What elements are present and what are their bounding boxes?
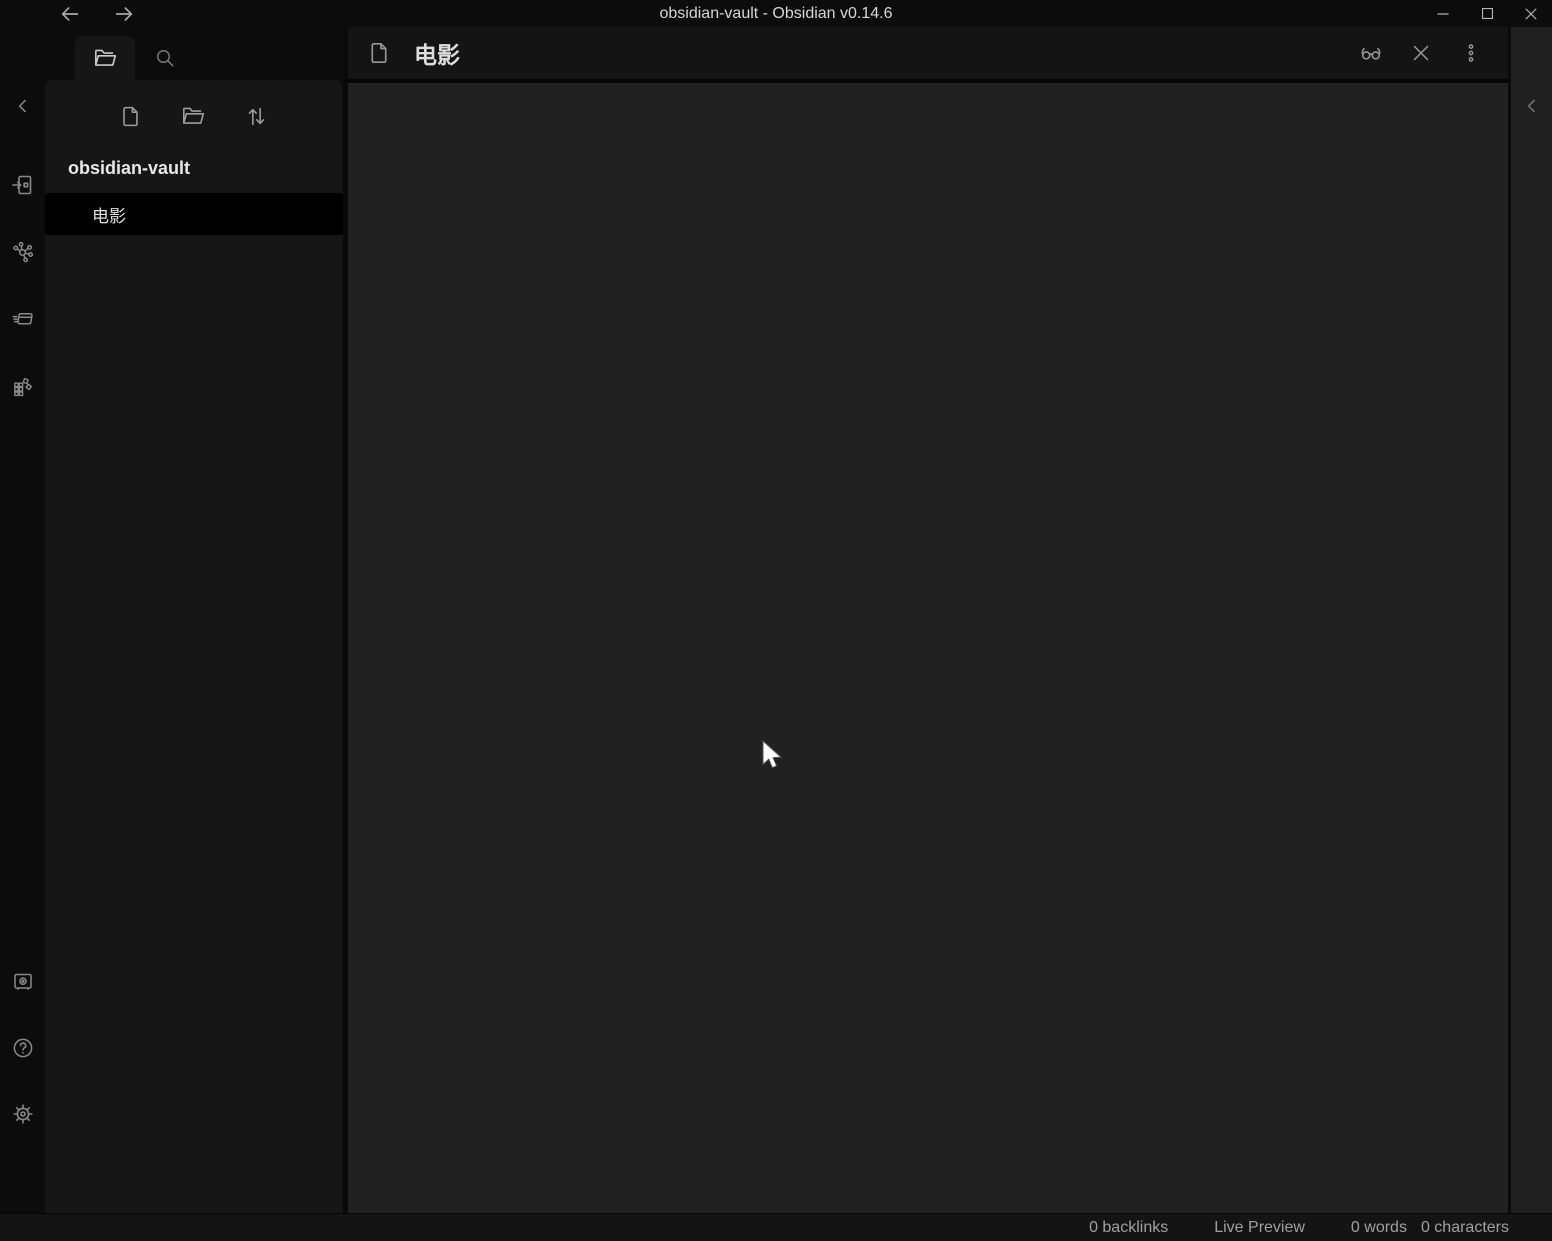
maximize-button[interactable]: [1476, 3, 1498, 25]
vault-icon: [11, 970, 35, 994]
folder-icon: [92, 45, 118, 71]
editor-tab-header: 电影: [348, 27, 1508, 83]
editor-mode-indicator[interactable]: Live Preview: [1214, 1219, 1305, 1237]
tab-actions: [1359, 41, 1483, 65]
window-title: obsidian-vault - Obsidian v0.14.6: [0, 5, 1552, 23]
backlinks-count[interactable]: 0 backlinks: [1089, 1219, 1168, 1237]
ribbon-actions-bottom: [10, 969, 36, 1213]
right-sidebar-strip: [1508, 27, 1552, 1213]
status-bar: 0 backlinks Live Preview 0 words 0 chara…: [0, 1213, 1552, 1241]
vault-switcher-button[interactable]: [10, 969, 36, 995]
explorer-toolbar: [45, 80, 343, 132]
close-window-button[interactable]: [1520, 3, 1542, 25]
more-options-button[interactable]: [1459, 41, 1483, 65]
window-controls: [1432, 3, 1552, 25]
reading-mode-button[interactable]: [1359, 41, 1383, 65]
file-item[interactable]: 电影: [45, 193, 343, 235]
minimize-button[interactable]: [1432, 3, 1454, 25]
tab-search[interactable]: [135, 36, 195, 80]
new-folder-button[interactable]: [173, 100, 213, 132]
close-icon: [1409, 41, 1433, 65]
arrow-right-icon: [113, 3, 135, 25]
chevron-left-icon: [13, 96, 33, 116]
sort-icon: [244, 104, 269, 129]
maximize-icon: [1479, 5, 1496, 22]
help-button[interactable]: [10, 1035, 36, 1061]
file-item-label: 电影: [92, 202, 126, 227]
close-icon: [1522, 5, 1540, 23]
vertical-dots-icon: [1460, 41, 1482, 65]
settings-button[interactable]: [10, 1101, 36, 1127]
new-folder-icon: [180, 103, 206, 129]
graph-view-icon: [11, 240, 35, 264]
tab-title-group: 电影: [366, 36, 460, 70]
file-explorer-panel: obsidian-vault 电影: [45, 80, 343, 1213]
close-tab-button[interactable]: [1409, 41, 1433, 65]
tab-file-explorer[interactable]: [75, 36, 135, 80]
expand-right-sidebar-button[interactable]: [1519, 93, 1545, 119]
chevron-left-icon: [1522, 96, 1542, 116]
help-icon: [11, 1036, 35, 1060]
note-title: 电影: [414, 36, 460, 70]
new-note-button[interactable]: [110, 100, 150, 132]
ribbon-actions-top: [10, 172, 36, 399]
titlebar: obsidian-vault - Obsidian v0.14.6: [0, 0, 1552, 27]
workspace: 电影: [348, 27, 1508, 1213]
quick-switcher-button[interactable]: [10, 172, 36, 198]
sort-order-button[interactable]: [236, 100, 276, 132]
left-sidebar: obsidian-vault 电影: [45, 27, 348, 1213]
command-palette-button[interactable]: [10, 306, 36, 332]
arrow-left-icon: [59, 3, 81, 25]
new-note-icon: [118, 104, 143, 129]
forward-button[interactable]: [112, 3, 136, 25]
collapse-left-sidebar-button[interactable]: [10, 93, 36, 119]
command-palette-icon: [11, 307, 35, 331]
gear-icon: [11, 1102, 35, 1126]
file-list: 电影: [45, 193, 343, 235]
quick-switcher-icon: [11, 173, 35, 197]
random-note-icon: [11, 374, 35, 398]
document-icon: [366, 40, 392, 66]
left-ribbon: [0, 27, 45, 1213]
minimize-icon: [1434, 5, 1452, 23]
obsidian-window: obsidian-vault - Obsidian v0.14.6: [0, 0, 1552, 1241]
graph-view-button[interactable]: [10, 239, 36, 265]
character-count: 0 characters: [1421, 1219, 1509, 1237]
glasses-icon: [1358, 40, 1384, 66]
vault-title[interactable]: obsidian-vault: [45, 158, 343, 179]
sidebar-tabs: [45, 27, 343, 80]
editor-body[interactable]: [348, 83, 1508, 1213]
back-button[interactable]: [58, 3, 82, 25]
main-area: obsidian-vault 电影 电影: [0, 27, 1552, 1213]
history-nav: [58, 3, 136, 25]
random-note-button[interactable]: [10, 373, 36, 399]
word-count: 0 words: [1351, 1219, 1407, 1237]
search-icon: [153, 46, 177, 70]
